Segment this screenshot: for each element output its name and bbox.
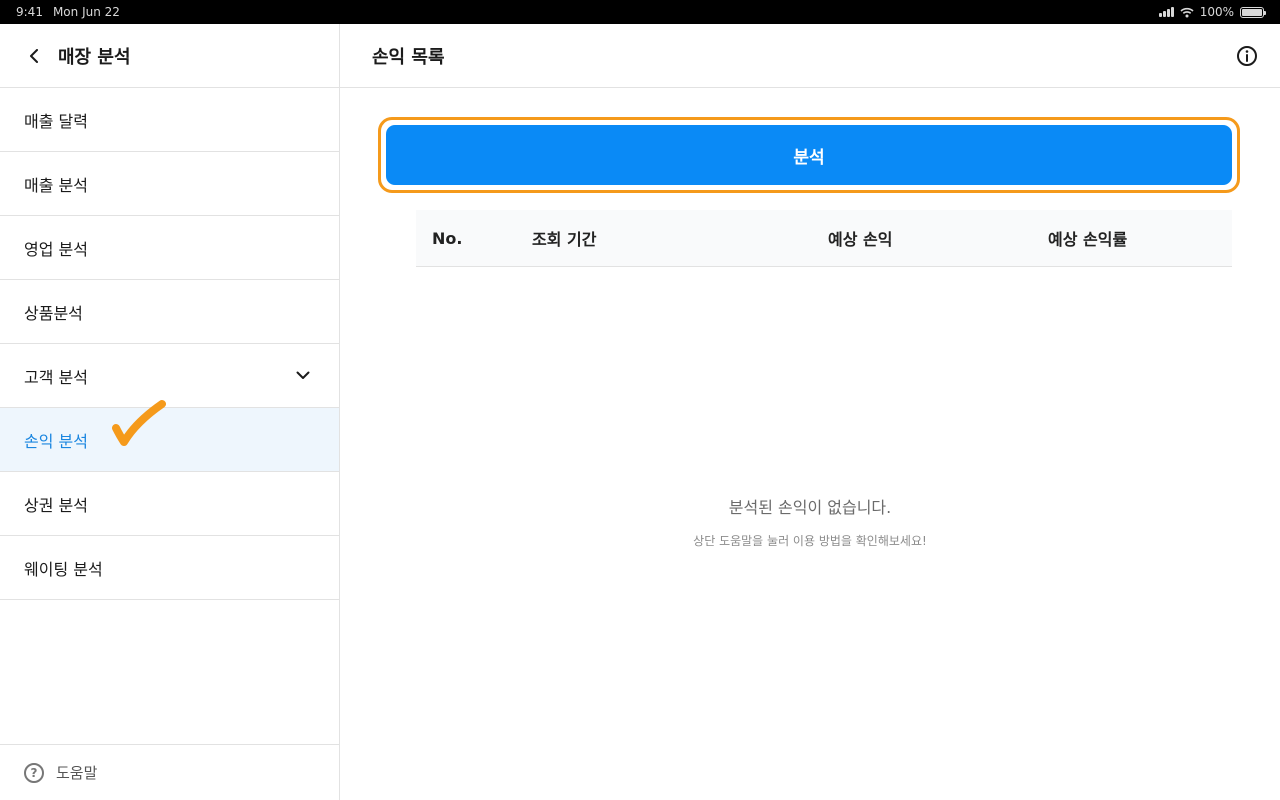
battery-icon — [1240, 6, 1266, 18]
chevron-down-icon — [295, 368, 311, 384]
column-header-expected-profit-rate: 예상 손익률 — [1048, 230, 1128, 249]
wifi-icon — [1180, 7, 1194, 17]
sidebar-header: 매장 분석 — [0, 24, 339, 88]
sidebar-item-profit-analysis[interactable]: 손익 분석 — [0, 400, 339, 472]
sidebar-item-sales-calendar[interactable]: 매출 달력 — [0, 88, 339, 152]
status-date: Mon Jun 22 — [52, 5, 120, 19]
status-bar: 9:41 Mon Jun 22 100% — [0, 0, 1280, 24]
status-time: 9:41 — [16, 5, 43, 19]
sidebar-item-business-analysis[interactable]: 영업 분석 — [0, 216, 339, 280]
sidebar-item-label: 웨이팅 분석 — [24, 559, 103, 579]
sidebar: 매장 분석 매출 달력 매출 분석 영업 분석 상품분석 고객 분석 손익 분석… — [0, 24, 340, 800]
analyze-button[interactable]: 분석 — [386, 125, 1232, 185]
sidebar-item-sales-analysis[interactable]: 매출 분석 — [0, 152, 339, 216]
empty-state-title: 분석된 손익이 없습니다. — [728, 498, 892, 517]
signal-icon — [1158, 7, 1174, 17]
sidebar-item-label: 손익 분석 — [24, 431, 88, 451]
analyze-button-highlight: 분석 — [378, 117, 1240, 193]
checkmark-icon — [112, 400, 166, 446]
empty-state: 분석된 손익이 없습니다. 상단 도움말을 눌러 이용 방법을 확인해보세요! — [340, 494, 1280, 549]
empty-state-subtitle: 상단 도움말을 눌러 이용 방법을 확인해보세요! — [693, 534, 927, 548]
main-panel: 손익 목록 분석 No. 조회 기간 예상 손익 예상 손익률 분석된 손익이 … — [340, 24, 1280, 800]
sidebar-item-product-analysis[interactable]: 상품분석 — [0, 280, 339, 344]
page-title: 손익 목록 — [372, 46, 445, 68]
back-chevron-icon — [30, 48, 38, 63]
help-icon: ? — [24, 762, 44, 783]
sidebar-item-label: 매출 분석 — [24, 175, 88, 195]
help-link[interactable]: ? 도움말 — [0, 744, 339, 800]
sidebar-item-label: 영업 분석 — [24, 239, 88, 259]
sidebar-item-label: 매출 달력 — [24, 111, 88, 131]
column-header-expected-profit: 예상 손익 — [828, 230, 893, 249]
column-header-period: 조회 기간 — [532, 230, 597, 249]
back-button[interactable] — [24, 46, 44, 66]
sidebar-item-trade-area-analysis[interactable]: 상권 분석 — [0, 472, 339, 536]
help-label: 도움말 — [56, 764, 98, 782]
column-header-no: No. — [432, 228, 463, 248]
sidebar-item-waiting-analysis[interactable]: 웨이팅 분석 — [0, 536, 339, 600]
sidebar-item-label: 고객 분석 — [24, 367, 88, 387]
sidebar-title: 매장 분석 — [58, 46, 131, 68]
table-header: No. 조회 기간 예상 손익 예상 손익률 — [416, 210, 1232, 267]
info-icon[interactable] — [1236, 45, 1258, 67]
main-header: 손익 목록 — [340, 24, 1280, 88]
battery-percent: 100% — [1199, 5, 1234, 19]
sidebar-item-label: 상권 분석 — [24, 495, 88, 515]
sidebar-item-label: 상품분석 — [24, 303, 83, 323]
status-right: 100% — [1158, 5, 1266, 19]
